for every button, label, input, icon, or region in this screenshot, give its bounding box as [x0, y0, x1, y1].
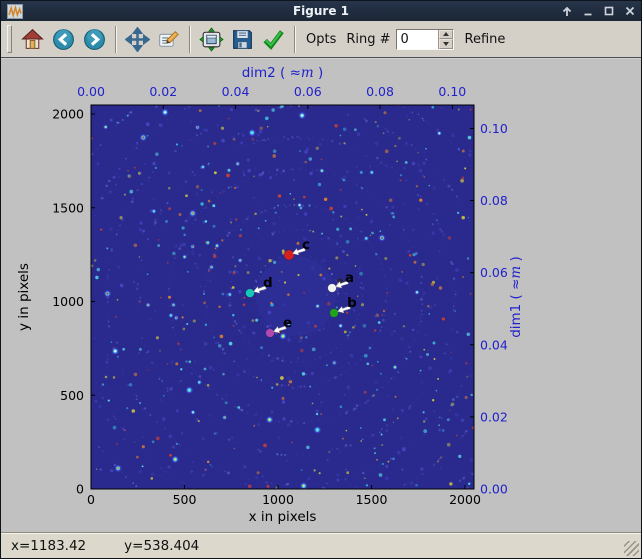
y-tick-label: 1000	[52, 294, 84, 309]
right-tick-label: 0.08	[480, 193, 508, 208]
toolbar: Opts Ring # Refine	[1, 21, 641, 58]
top-tick-label: 0.04	[222, 84, 250, 99]
toolbar-separator	[294, 25, 296, 53]
top-tick-label: 0.02	[149, 84, 177, 99]
window-title: Figure 1	[292, 4, 350, 18]
x-tick-label: 0	[87, 492, 95, 507]
top-tick-label: 0.00	[77, 84, 105, 99]
y-axis-label: y in pixels	[16, 263, 32, 331]
x-tick-label: 1000	[262, 492, 294, 507]
y-tick-label: 0	[76, 482, 84, 497]
top-tick-label: 0.08	[366, 84, 394, 99]
title-bar[interactable]: Figure 1	[1, 1, 641, 21]
forward-icon	[84, 28, 105, 50]
forward-button[interactable]	[79, 24, 110, 55]
y-tick-label: 1500	[52, 200, 84, 215]
spin-buttons	[437, 29, 453, 49]
spin-up-icon	[442, 32, 449, 37]
back-button[interactable]	[48, 24, 79, 55]
maximize-button[interactable]	[602, 4, 616, 18]
cursor-x-readout: x=1183.42	[11, 537, 87, 554]
save-button[interactable]	[227, 24, 258, 55]
svg-text:e: e	[283, 315, 292, 331]
top-tick-label: 0.10	[438, 84, 466, 99]
top-axis-label: dim2 ( ≈m )	[242, 65, 324, 81]
refine-button[interactable]: Refine	[460, 32, 511, 47]
opts-button[interactable]: Opts	[301, 32, 341, 47]
app-icon	[7, 3, 23, 19]
shade-button[interactable]	[560, 4, 574, 18]
pan-button[interactable]	[122, 24, 153, 55]
right-axis-label: dim1 ( ≈m )	[508, 256, 524, 338]
right-tick-label: 0.02	[480, 409, 508, 424]
toolbar-handle[interactable]	[7, 25, 12, 53]
right-tick-label: 0.06	[480, 265, 508, 280]
ring-spinbox[interactable]	[395, 28, 454, 50]
y-tick-label: 2000	[52, 107, 84, 122]
close-button[interactable]	[623, 4, 637, 18]
x-tick-label: 500	[173, 492, 197, 507]
diffraction-plot[interactable]: abcde0 500 1000 1500 200005001000150020000.0…	[1, 59, 642, 532]
x-tick-label: 2000	[449, 492, 481, 507]
pan-icon	[125, 26, 150, 52]
right-tick-label: 0.00	[480, 482, 508, 497]
minimize-button[interactable]	[581, 4, 595, 18]
cursor-y-readout: y=538.404	[124, 537, 200, 554]
configure-subplots-button[interactable]	[196, 24, 227, 55]
figure-window: Figure 1 Opts Ring # 0 Refine a b c d e …	[0, 0, 642, 559]
apply-button[interactable]	[258, 24, 289, 55]
home-button[interactable]	[17, 24, 48, 55]
home-icon	[21, 28, 44, 49]
ring-spin-down-button[interactable]	[438, 39, 453, 49]
status-bar: x=1183.42 y=538.404	[1, 532, 641, 558]
y-tick-label: 500	[60, 388, 84, 403]
right-tick-label: 0.10	[480, 121, 508, 136]
back-icon	[53, 28, 74, 50]
figure-canvas: a b c d e 0 500 1000 1500 2000 0 500 1000 1500 2000 0.0…	[1, 59, 642, 532]
x-axis-label: x in pixels	[249, 509, 317, 525]
window-controls	[560, 4, 637, 18]
toolbar-separator	[189, 25, 191, 53]
save-icon	[233, 29, 252, 49]
apply-check-icon	[263, 29, 284, 50]
ring-number-label: Ring #	[346, 31, 391, 47]
top-tick-label: 0.06	[294, 84, 322, 99]
toolbar-separator	[115, 25, 117, 53]
x-tick-label: 1500	[356, 492, 388, 507]
ring-number-input[interactable]	[396, 29, 438, 49]
spin-down-icon	[442, 41, 449, 46]
svg-text:b: b	[347, 295, 357, 311]
configure-subplots-icon	[199, 26, 224, 52]
right-tick-label: 0.04	[480, 337, 508, 352]
svg-text:d: d	[263, 275, 273, 291]
svg-text:a: a	[345, 270, 354, 286]
edit-button[interactable]	[153, 24, 184, 55]
ring-spin-up-button[interactable]	[438, 29, 453, 39]
resize-grip[interactable]	[624, 541, 639, 556]
svg-text:c: c	[302, 237, 310, 253]
edit-icon	[159, 30, 179, 47]
